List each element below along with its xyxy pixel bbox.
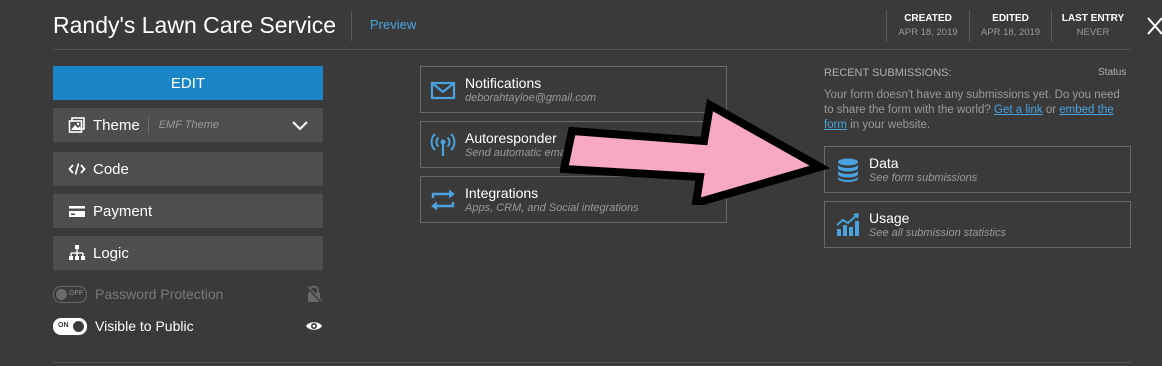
password-protection-row: OFF Password Protection — [53, 284, 323, 304]
credit-card-icon — [68, 202, 86, 220]
data-card-sub: See form submissions — [869, 172, 978, 184]
visible-to-public-label: Visible to Public — [95, 318, 194, 334]
toggle-knob — [73, 320, 84, 332]
meta-edited-label: EDITED — [992, 13, 1029, 24]
close-icon — [1147, 17, 1162, 35]
form-title: Randy's Lawn Care Service — [53, 12, 337, 38]
status-label: Status — [1098, 67, 1127, 78]
sidebar-item-payment-label: Payment — [93, 202, 153, 220]
password-protection-toggle[interactable]: OFF — [53, 285, 87, 303]
theme-selector[interactable]: Theme EMF Theme — [53, 108, 323, 142]
meta-edited: EDITED APR 18, 2019 — [969, 10, 1051, 42]
sidebar-item-code-label: Code — [93, 160, 129, 178]
bottom-divider — [53, 362, 1131, 363]
recent-submissions-heading: RECENT SUBMISSIONS: — [824, 67, 952, 79]
lock-disabled-icon — [306, 285, 323, 303]
database-icon — [838, 158, 858, 182]
theme-separator — [147, 116, 149, 134]
usage-card-title: Usage — [869, 210, 910, 226]
data-card-text: Data See form submissions — [869, 155, 977, 184]
sidebar-item-code[interactable]: Code — [53, 152, 323, 186]
toggle-knob — [56, 288, 67, 300]
broadcast-icon — [430, 132, 456, 156]
envelope-icon — [430, 81, 456, 99]
meta-last-entry-value: NEVER — [1076, 27, 1110, 38]
sidebar-item-logic[interactable]: Logic — [53, 236, 323, 270]
no-submissions-message: Your form doesn't have any submissions y… — [824, 88, 1130, 133]
data-card[interactable]: Data See form submissions — [824, 146, 1131, 193]
sidebar-item-logic-label: Logic — [93, 244, 129, 262]
chart-icon — [836, 212, 859, 236]
password-protection-label: Password Protection — [95, 286, 224, 302]
meta-last-entry-label: LAST ENTRY — [1061, 13, 1125, 24]
header-divider — [53, 49, 1131, 50]
eye-icon — [306, 322, 322, 330]
meta-created-label: CREATED — [904, 13, 952, 24]
message-text-or: or — [1045, 104, 1057, 116]
notifications-title: Notifications — [465, 75, 542, 91]
edit-button[interactable]: EDIT — [53, 66, 323, 100]
meta-last-entry: LAST ENTRY NEVER — [1051, 10, 1134, 42]
pink-arrow-annotation — [560, 98, 830, 205]
usage-card-sub: See all submission statistics — [869, 227, 1006, 239]
usage-card-text: Usage See all submission statistics — [869, 210, 1006, 239]
meta-created: CREATED APR 18, 2019 — [886, 10, 969, 42]
theme-value: EMF Theme — [158, 119, 219, 131]
get-a-link[interactable]: Get a link — [994, 104, 1043, 116]
toggle-state-text: ON — [58, 321, 69, 329]
theme-label: Theme — [93, 116, 140, 134]
preview-link[interactable]: Preview — [370, 17, 416, 32]
data-card-title: Data — [869, 155, 899, 171]
sitemap-icon — [68, 244, 86, 262]
toggle-state-text: OFF — [69, 289, 83, 297]
image-gallery-icon — [68, 116, 86, 134]
title-divider — [351, 11, 352, 41]
form-dashboard: Randy's Lawn Care Service Preview CREATE… — [0, 0, 1162, 366]
code-icon — [68, 160, 86, 178]
sync-arrows-icon — [431, 189, 455, 210]
sidebar-item-payment[interactable]: Payment — [53, 194, 323, 228]
meta-edited-value: APR 18, 2019 — [980, 27, 1041, 38]
visible-to-public-row: ON Visible to Public — [53, 316, 323, 336]
visible-to-public-toggle[interactable]: ON — [53, 317, 87, 335]
message-text-after: in your website. — [850, 119, 931, 131]
close-button[interactable] — [1145, 12, 1162, 40]
meta-created-value: APR 18, 2019 — [898, 27, 958, 38]
usage-card[interactable]: Usage See all submission statistics — [824, 201, 1131, 248]
chevron-down-icon — [292, 121, 308, 131]
